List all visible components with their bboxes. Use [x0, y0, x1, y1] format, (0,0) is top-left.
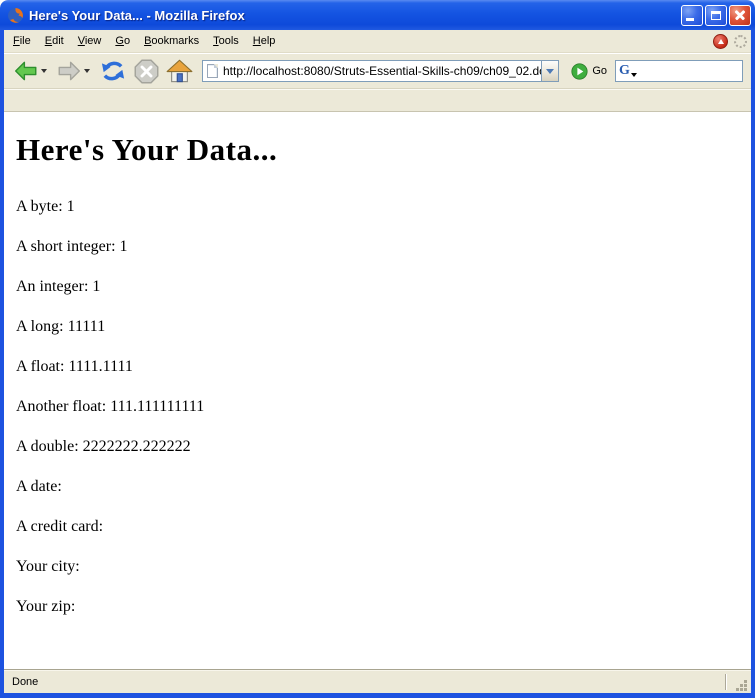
- data-line: A float: 1111.1111: [16, 358, 743, 376]
- stop-icon: [133, 58, 160, 85]
- url-bar[interactable]: [202, 60, 559, 82]
- status-text: Done: [12, 676, 38, 688]
- minimize-button[interactable]: [681, 5, 703, 26]
- forward-icon: [56, 58, 82, 84]
- throbber-icon: [734, 35, 747, 48]
- data-line: A double: 2222222.222222: [16, 438, 743, 456]
- bookmarks-toolbar[interactable]: [4, 89, 751, 112]
- home-icon: [166, 58, 193, 85]
- window-title: Here's Your Data... - Mozilla Firefox: [29, 8, 681, 23]
- status-bar: Done: [4, 669, 751, 693]
- back-icon: [13, 58, 39, 84]
- reload-button[interactable]: [98, 56, 128, 86]
- firefox-app-icon: [7, 7, 24, 24]
- menu-item[interactable]: Bookmarks: [137, 32, 206, 50]
- forward-button[interactable]: [55, 57, 94, 85]
- maximize-button[interactable]: [705, 5, 727, 26]
- page-content: Here's Your Data... A byte: 1 A short int…: [4, 112, 751, 669]
- page-favicon: [207, 64, 218, 78]
- search-input[interactable]: [639, 65, 739, 77]
- menu-item[interactable]: Edit: [38, 32, 71, 50]
- navigation-toolbar: Go G: [4, 53, 751, 89]
- menu-items: FileEditViewGoBookmarksToolsHelp: [6, 32, 282, 50]
- back-button[interactable]: [12, 57, 51, 85]
- url-input[interactable]: [223, 64, 541, 78]
- menu-item[interactable]: Help: [246, 32, 283, 50]
- window-frame: FileEditViewGoBookmarksToolsHelp: [0, 30, 755, 698]
- url-dropdown-button[interactable]: [541, 61, 558, 81]
- menubar-right: [713, 34, 747, 49]
- go-label: Go: [592, 65, 607, 77]
- title-bar[interactable]: Here's Your Data... - Mozilla Firefox: [0, 0, 755, 30]
- close-icon: [730, 6, 750, 25]
- google-logo-icon: G: [619, 64, 630, 78]
- data-line: A credit card:: [16, 518, 743, 536]
- search-engine-dropdown-icon[interactable]: [631, 73, 637, 77]
- reload-icon: [99, 57, 127, 85]
- firefox-window: Here's Your Data... - Mozilla Firefox Fi…: [0, 0, 755, 698]
- data-line: Your city:: [16, 558, 743, 576]
- data-line: A byte: 1: [16, 198, 743, 216]
- window-controls: [681, 5, 751, 26]
- menu-bar: FileEditViewGoBookmarksToolsHelp: [4, 30, 751, 53]
- menu-item[interactable]: File: [6, 32, 38, 50]
- maximize-icon: [711, 11, 721, 20]
- page-heading: Here's Your Data...: [16, 132, 743, 168]
- stop-button[interactable]: [132, 57, 161, 86]
- menu-item[interactable]: Go: [108, 32, 137, 50]
- data-line: A short integer: 1: [16, 238, 743, 256]
- back-history-dropdown-icon[interactable]: [41, 69, 47, 73]
- data-line: A long: 11111: [16, 318, 743, 336]
- home-button[interactable]: [165, 57, 194, 86]
- status-right: [725, 670, 749, 693]
- go-icon: [571, 63, 588, 80]
- menu-item[interactable]: View: [71, 32, 109, 50]
- menu-item[interactable]: Tools: [206, 32, 246, 50]
- data-line: Your zip:: [16, 598, 743, 616]
- resize-grip[interactable]: [735, 679, 749, 693]
- data-line: Another float: 111.111111111: [16, 398, 743, 416]
- minimize-icon: [686, 18, 694, 21]
- data-lines: A byte: 1 A short integer: 1 An integer: 1…: [16, 198, 743, 616]
- forward-history-dropdown-icon[interactable]: [84, 69, 90, 73]
- data-line: An integer: 1: [16, 278, 743, 296]
- data-line: A date:: [16, 478, 743, 496]
- status-separator: [725, 674, 727, 690]
- update-notification-icon[interactable]: [713, 34, 728, 49]
- go-button[interactable]: Go: [567, 63, 611, 80]
- close-button[interactable]: [729, 5, 751, 26]
- search-box[interactable]: G: [615, 60, 743, 82]
